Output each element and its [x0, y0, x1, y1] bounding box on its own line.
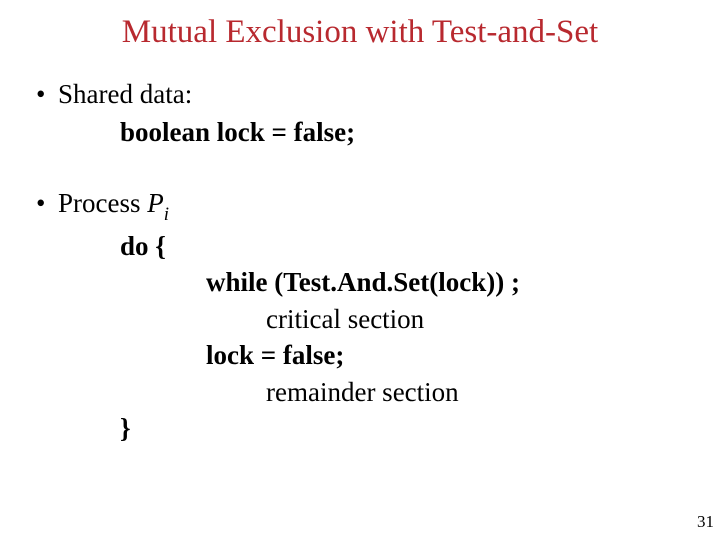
bullet-text: Shared data:: [58, 76, 192, 112]
code-while: while (Test.And.Set(lock)) ;: [206, 264, 700, 300]
bullet-text: Process Pi: [58, 185, 169, 226]
shared-data-line: boolean lock = false;: [120, 114, 700, 150]
spacer: [36, 151, 700, 185]
code-lock-false: lock = false;: [206, 337, 700, 373]
process-p: P: [147, 188, 164, 218]
process-i-subscript: i: [164, 204, 169, 225]
slide-title: Mutual Exclusion with Test-and-Set: [0, 14, 720, 51]
code-close-brace: }: [120, 410, 700, 446]
page-number: 31: [697, 512, 714, 532]
bullet-shared-data: • Shared data:: [36, 76, 700, 112]
bullet-dot-icon: •: [36, 185, 58, 226]
bullet-dot-icon: •: [36, 76, 58, 112]
bullet-process: • Process Pi: [36, 185, 700, 226]
slide: Mutual Exclusion with Test-and-Set • Sha…: [0, 0, 720, 540]
code-remainder: remainder section: [266, 374, 700, 410]
slide-body: • Shared data: boolean lock = false; • P…: [36, 76, 700, 446]
process-word: Process: [58, 188, 147, 218]
code-do: do {: [120, 228, 700, 264]
code-critical: critical section: [266, 301, 700, 337]
